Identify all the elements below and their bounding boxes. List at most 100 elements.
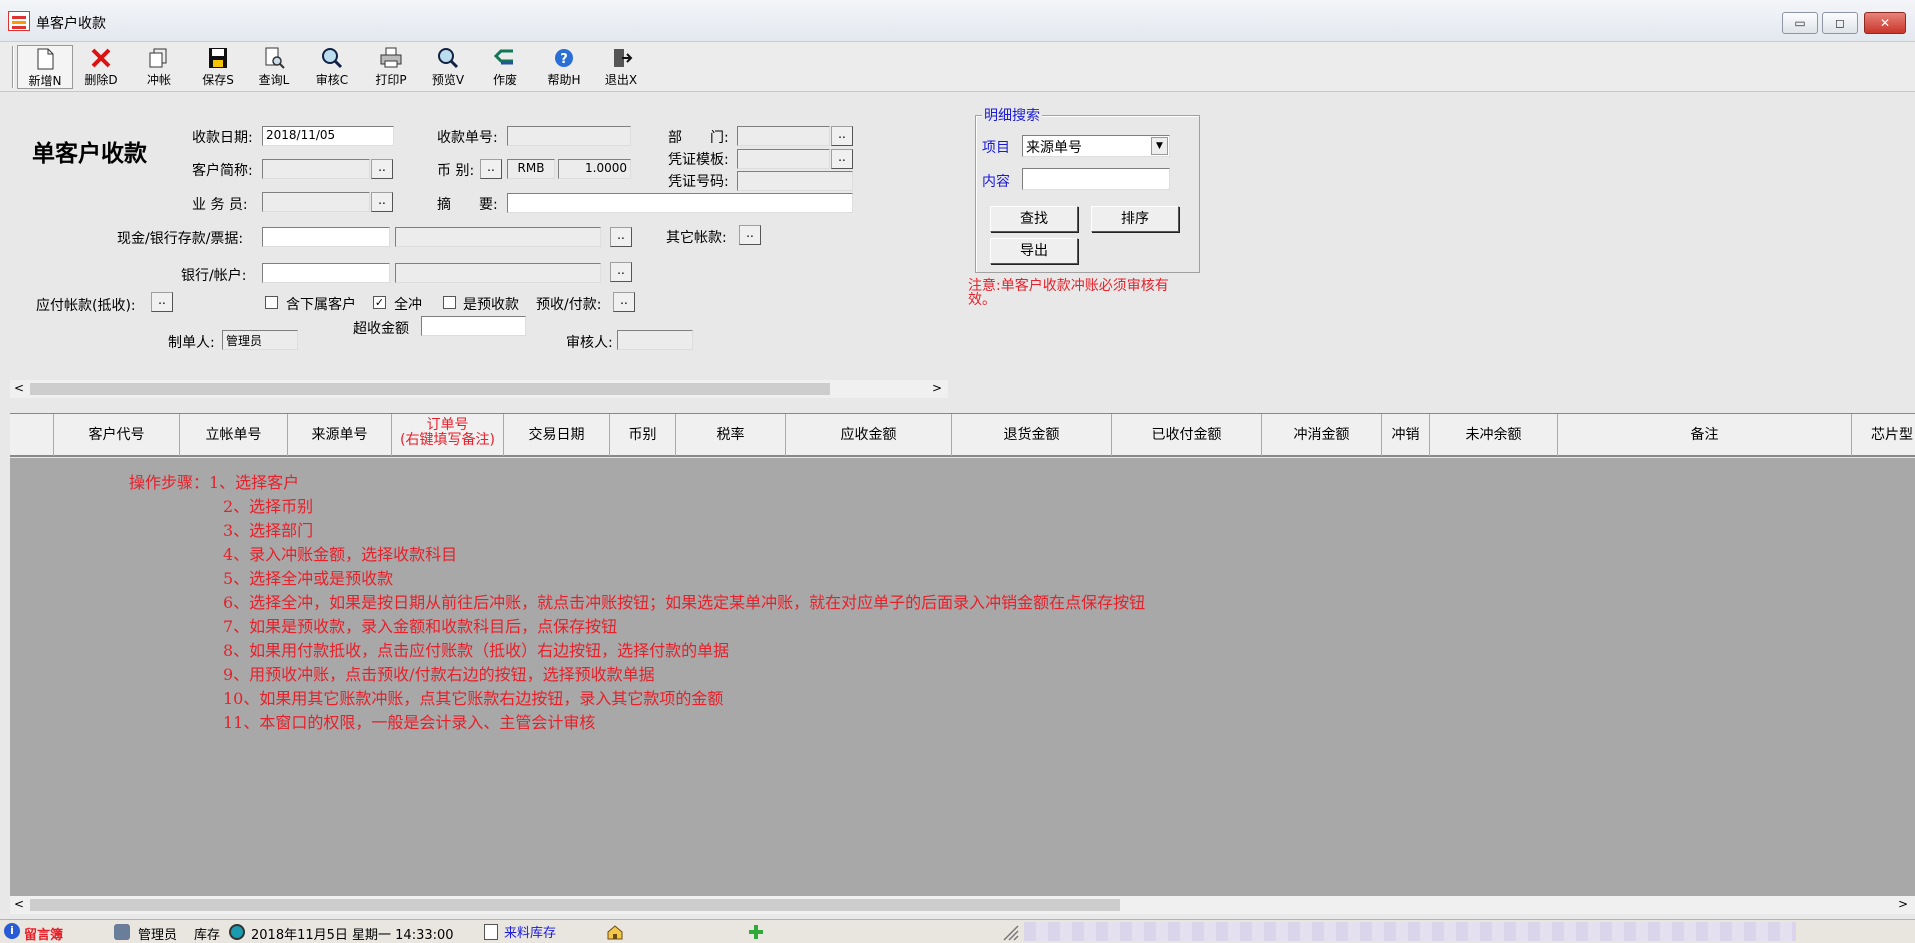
cash-account-name xyxy=(395,227,601,247)
col-source-no[interactable]: 来源单号 xyxy=(288,414,392,456)
maximize-button[interactable]: ◻ xyxy=(1822,12,1858,34)
include-sub-checkbox[interactable] xyxy=(265,296,278,309)
app-icon xyxy=(8,11,30,31)
query-button[interactable]: 查询L xyxy=(246,45,302,89)
voucher-template-picker-button[interactable]: .. xyxy=(831,149,853,169)
grid-body[interactable]: 操作步骤：1、选择客户 2、选择币别 3、选择部门 4、录入冲账金额，选择收款科… xyxy=(10,458,1915,898)
add-icon[interactable] xyxy=(748,924,764,940)
search-item-select[interactable]: 来源单号 ▼ xyxy=(1022,135,1170,157)
offset-button[interactable]: 冲帐 xyxy=(131,45,187,89)
incoming-stock-link[interactable]: 来料库存 xyxy=(504,922,556,941)
prepay-checkbox[interactable] xyxy=(443,296,456,309)
other-label: 其它帐款: xyxy=(666,230,727,246)
grid-scroll-thumb[interactable] xyxy=(30,899,1120,911)
col-received[interactable]: 已收付金额 xyxy=(1112,414,1262,456)
voucher-no-input[interactable] xyxy=(737,171,853,191)
bank-input[interactable] xyxy=(262,263,390,283)
audit-note: 注意:单客户收款冲账必须审核有效。 xyxy=(968,278,1169,308)
close-button[interactable]: ✕ xyxy=(1864,12,1906,34)
preview-button[interactable]: 预览V xyxy=(420,45,476,89)
col-offset-amount[interactable]: 冲消金额 xyxy=(1262,414,1382,456)
bank-picker-button[interactable]: .. xyxy=(610,262,632,282)
chevron-down-icon[interactable]: ▼ xyxy=(1151,137,1168,155)
void-icon xyxy=(493,47,517,69)
full-offset-label: 全冲 xyxy=(394,297,422,313)
delete-button[interactable]: 删除D xyxy=(73,45,129,89)
save-button[interactable]: 保存S xyxy=(190,45,246,89)
salesman-label: 业 务 员: xyxy=(192,197,248,213)
print-button[interactable]: 打印P xyxy=(363,45,419,89)
current-module: 库存 xyxy=(194,928,221,943)
form-horizontal-scrollbar[interactable]: < > xyxy=(10,380,948,398)
col-ledger-no[interactable]: 立帐单号 xyxy=(180,414,288,456)
voucher-template-label: 凭证模板: xyxy=(668,152,729,168)
find-button[interactable]: 查找 xyxy=(990,206,1078,232)
export-button[interactable]: 导出 xyxy=(990,238,1078,264)
col-order-no[interactable]: 订单号 (右键填写备注) xyxy=(392,414,504,456)
search-item-value: 来源单号 xyxy=(1026,140,1082,156)
col-trade-date[interactable]: 交易日期 xyxy=(504,414,610,456)
audit-icon xyxy=(320,47,344,69)
instruction-step-2: 2、选择币别 xyxy=(223,497,314,516)
grid-scroll-left-icon[interactable]: < xyxy=(14,897,24,911)
user-icon xyxy=(114,924,130,940)
query-icon xyxy=(262,47,286,69)
document-icon xyxy=(484,924,498,940)
other-picker-button[interactable]: .. xyxy=(739,225,761,245)
audit-button[interactable]: 审核C xyxy=(304,45,360,89)
minimize-button[interactable]: ▭ xyxy=(1782,12,1818,34)
col-customer-code[interactable]: 客户代号 xyxy=(54,414,180,456)
over-amount-input[interactable] xyxy=(421,316,526,336)
receipt-no-input[interactable] xyxy=(507,126,631,146)
form-scroll-thumb[interactable] xyxy=(30,383,830,395)
instruction-step-9: 9、用预收冲账，点击预收/付款右边的按钮，选择预收款单据 xyxy=(223,665,655,684)
clock-icon xyxy=(229,924,245,940)
date-input[interactable]: 2018/11/05 xyxy=(262,126,394,146)
voucher-no-label: 凭证号码: xyxy=(668,174,729,190)
exit-button[interactable]: 退出X xyxy=(593,45,649,89)
void-button[interactable]: 作废 xyxy=(477,45,533,89)
payable-picker-button[interactable]: .. xyxy=(151,292,173,312)
cash-label: 现金/银行存款/票据: xyxy=(117,231,244,247)
currency-picker-button[interactable]: .. xyxy=(480,159,502,179)
col-order-no-title: 订单号 xyxy=(426,417,469,433)
date-label: 收款日期: xyxy=(192,130,253,146)
salesman-picker-button[interactable]: .. xyxy=(371,192,393,212)
prepay-picker-button[interactable]: .. xyxy=(613,292,635,312)
grid-horizontal-scrollbar[interactable]: < > xyxy=(10,896,1915,914)
col-currency[interactable]: 币别 xyxy=(610,414,676,456)
guestbook-link[interactable]: 留言簿 xyxy=(24,924,63,943)
scroll-right-icon[interactable]: > xyxy=(932,381,942,395)
col-tax-rate[interactable]: 税率 xyxy=(676,414,786,456)
search-item-label: 项目 xyxy=(982,140,1010,156)
summary-input[interactable] xyxy=(507,193,853,213)
help-button[interactable]: ? 帮助H xyxy=(536,45,592,89)
voucher-template-input[interactable] xyxy=(737,149,830,169)
prepay-label: 是预收款 xyxy=(463,297,519,313)
receipt-no-label: 收款单号: xyxy=(437,130,498,146)
grid-scroll-right-icon[interactable]: > xyxy=(1898,897,1908,911)
cash-account-input[interactable] xyxy=(262,227,390,247)
customer-input[interactable] xyxy=(262,159,370,179)
exchange-rate: 1.0000 xyxy=(558,159,631,179)
cash-picker-button[interactable]: .. xyxy=(610,227,632,247)
resize-grip-icon[interactable] xyxy=(1000,923,1020,941)
salesman-input[interactable] xyxy=(262,192,370,212)
dept-picker-button[interactable]: .. xyxy=(831,126,853,146)
col-offset-flag[interactable]: 冲销 xyxy=(1382,414,1430,456)
sort-button[interactable]: 排序 xyxy=(1091,206,1179,232)
full-offset-checkbox[interactable]: ✓ xyxy=(373,296,386,309)
payable-label: 应付帐款(抵收): xyxy=(36,298,136,314)
col-receivable[interactable]: 应收金额 xyxy=(786,414,952,456)
new-button[interactable]: 新增N xyxy=(17,45,73,89)
search-content-input[interactable] xyxy=(1022,168,1170,190)
col-remark[interactable]: 备注 xyxy=(1558,414,1852,456)
home-icon[interactable] xyxy=(606,924,624,940)
dept-input[interactable] xyxy=(737,126,830,146)
scroll-left-icon[interactable]: < xyxy=(14,381,24,395)
col-return[interactable]: 退货金额 xyxy=(952,414,1112,456)
col-balance[interactable]: 未冲余额 xyxy=(1430,414,1558,456)
col-chip-type[interactable]: 芯片型 xyxy=(1852,414,1915,456)
customer-picker-button[interactable]: .. xyxy=(371,159,393,179)
svg-text:?: ? xyxy=(560,52,568,67)
